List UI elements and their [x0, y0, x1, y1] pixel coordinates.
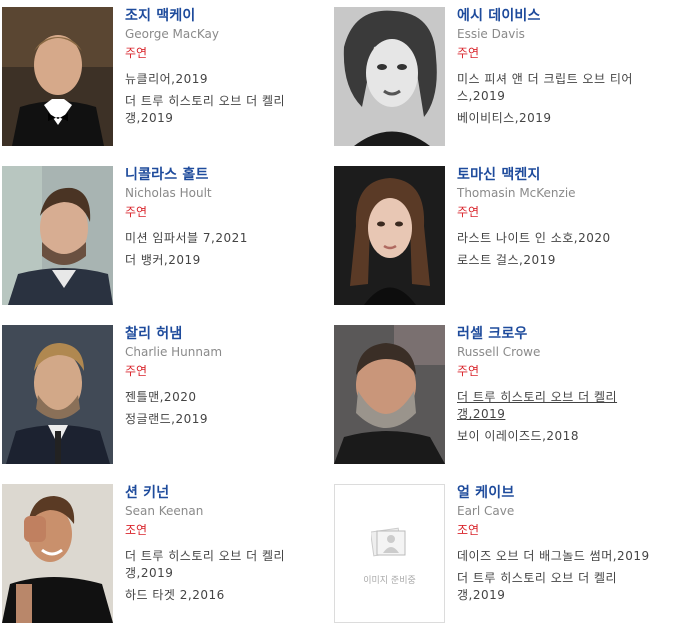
- actor-english-name: George MacKay: [125, 27, 219, 41]
- filmography-item[interactable]: 더 뱅커,2019: [125, 252, 330, 269]
- filmography-item[interactable]: 베이비티스,2019: [457, 110, 662, 127]
- filmography-item[interactable]: 더 트루 히스토리 오브 더 켈리 갱,2019: [125, 93, 330, 127]
- filmography-item[interactable]: 젠틀맨,2020: [125, 389, 330, 406]
- filmography-item[interactable]: 미션 임파서블 7,2021: [125, 230, 330, 247]
- actor-korean-name[interactable]: 에시 데이비스: [457, 7, 662, 25]
- actor-korean-name[interactable]: 찰리 허냄: [125, 325, 330, 343]
- actor-korean-name[interactable]: 러셀 크로우: [457, 325, 662, 343]
- actor-english-name: Essie Davis: [457, 27, 525, 41]
- actor-korean-name[interactable]: 조지 맥케이: [125, 7, 330, 25]
- actor-photo[interactable]: [334, 325, 445, 464]
- role-label: 주연: [125, 364, 148, 378]
- actor-card: 찰리 허냄 Charlie Hunnam 주연 젠틀맨,2020 정글랜드,20…: [2, 325, 332, 465]
- role-label: 조연: [125, 523, 148, 537]
- actor-card: 션 키넌 Sean Keenan 조연 더 트루 히스토리 오브 더 켈리 갱,…: [2, 484, 332, 624]
- filmography-item[interactable]: 정글랜드,2019: [125, 411, 330, 428]
- actor-english-name: Thomasin McKenzie: [457, 186, 576, 200]
- role-label: 주연: [457, 205, 480, 219]
- filmography-item[interactable]: 더 트루 히스토리 오브 더 켈리 갱,2019: [125, 548, 330, 582]
- filmography-item[interactable]: 하드 타겟 2,2016: [125, 587, 330, 604]
- filmography-item[interactable]: 보이 이레이즈드,2018: [457, 428, 662, 445]
- actor-card: 니콜라스 홀트 Nicholas Hoult 주연 미션 임파서블 7,2021…: [2, 166, 332, 306]
- placeholder-text: 이미지 준비중: [363, 576, 416, 586]
- filmography-item[interactable]: 라스트 나이트 인 소호,2020: [457, 230, 662, 247]
- filmography-item[interactable]: 뉴클리어,2019: [125, 71, 330, 88]
- actor-english-name: Russell Crowe: [457, 345, 541, 359]
- actor-english-name: Earl Cave: [457, 504, 515, 518]
- actor-card: 이미지 준비중 얼 케이브 Earl Cave 조연 데이즈 오브 더 배그놀드…: [334, 484, 664, 624]
- actor-korean-name[interactable]: 토마신 맥켄지: [457, 166, 662, 184]
- actor-english-name: Charlie Hunnam: [125, 345, 223, 359]
- actor-photo[interactable]: [334, 166, 445, 305]
- actor-photo[interactable]: [2, 7, 113, 146]
- role-label: 조연: [457, 523, 480, 537]
- role-label: 주연: [457, 364, 480, 378]
- actor-photo[interactable]: [2, 484, 113, 623]
- actor-english-name: Sean Keenan: [125, 504, 204, 518]
- actor-card: 에시 데이비스 Essie Davis 주연 미스 피셔 앤 더 크립트 오브 …: [334, 7, 664, 147]
- filmography-item[interactable]: 로스트 걸스,2019: [457, 252, 662, 269]
- filmography-item[interactable]: 미스 피셔 앤 더 크립트 오브 티어스,2019: [457, 71, 662, 105]
- actor-korean-name[interactable]: 얼 케이브: [457, 484, 662, 502]
- actor-photo[interactable]: [334, 7, 445, 146]
- filmography-item[interactable]: 데이즈 오브 더 배그놀드 썸머,2019: [457, 548, 662, 565]
- role-label: 주연: [125, 205, 148, 219]
- actor-photo[interactable]: [2, 166, 113, 305]
- image-placeholder-icon: [371, 527, 406, 557]
- actor-card: 조지 맥케이 George MacKay 주연 뉴클리어,2019 더 트루 히…: [2, 7, 332, 147]
- actor-photo[interactable]: [2, 325, 113, 464]
- actor-korean-name[interactable]: 션 키넌: [125, 484, 330, 502]
- no-image-placeholder[interactable]: 이미지 준비중: [334, 484, 445, 623]
- actor-card: 토마신 맥켄지 Thomasin McKenzie 주연 라스트 나이트 인 소…: [334, 166, 664, 306]
- actor-korean-name[interactable]: 니콜라스 홀트: [125, 166, 330, 184]
- actor-english-name: Nicholas Hoult: [125, 186, 212, 200]
- role-label: 주연: [125, 46, 148, 60]
- filmography-item[interactable]: 더 트루 히스토리 오브 더 켈리 갱,2019: [457, 389, 662, 423]
- actor-card: 러셀 크로우 Russell Crowe 주연 더 트루 히스토리 오브 더 켈…: [334, 325, 664, 465]
- filmography-item[interactable]: 더 트루 히스토리 오브 더 켈리 갱,2019: [457, 570, 662, 604]
- role-label: 주연: [457, 46, 480, 60]
